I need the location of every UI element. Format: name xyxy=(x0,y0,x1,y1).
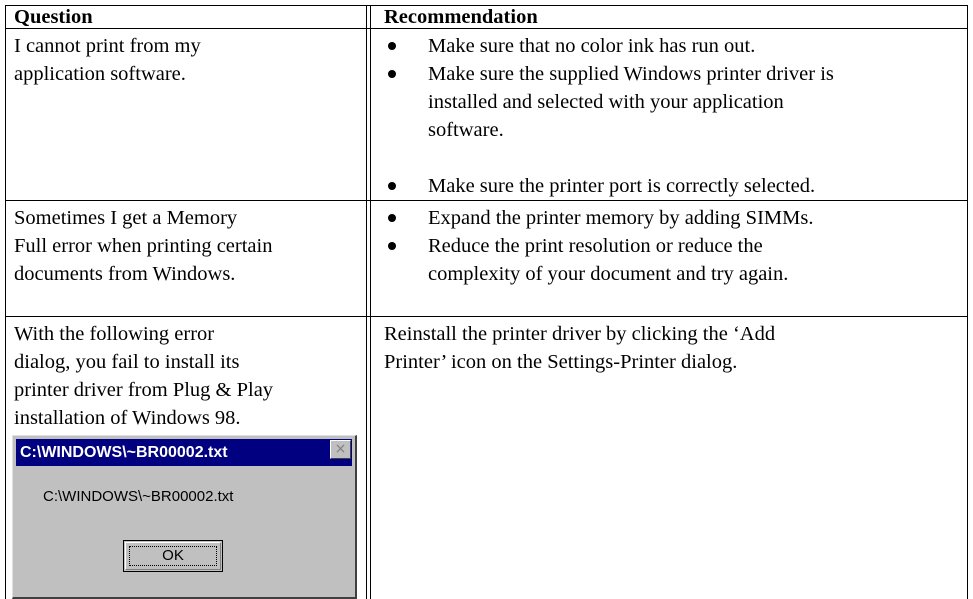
question-line: Sometimes I get a Memory xyxy=(14,207,238,229)
question-line: installation of Windows 98. xyxy=(14,407,241,429)
question-line: printer driver from Plug & Play xyxy=(14,379,274,401)
question-line: dialog, you fail to install its xyxy=(14,351,240,373)
row1-question: I cannot print from my application softw… xyxy=(14,32,201,88)
error-dialog: C:\WINDOWS\~BR00002.txt × C:\WINDOWS\~BR… xyxy=(12,435,357,599)
column-divider-b xyxy=(370,5,371,599)
recommendation-line: Make sure that no color ink has run out. xyxy=(428,35,756,57)
recommendation-line: complexity of your document and try agai… xyxy=(428,263,789,285)
bullet-icon xyxy=(388,70,396,78)
bullet-icon xyxy=(388,42,396,50)
table-left-border xyxy=(5,5,6,599)
dialog-title-bar: C:\WINDOWS\~BR00002.txt xyxy=(16,439,352,466)
recommendation-line: Make sure the printer port is correctly … xyxy=(428,175,816,197)
question-line: I cannot print from my xyxy=(14,35,201,57)
dialog-title: C:\WINDOWS\~BR00002.txt xyxy=(20,444,228,461)
recommendation-line: Expand the printer memory by adding SIMM… xyxy=(428,207,814,229)
recommendation-line: Printer’ icon on the Settings-Printer di… xyxy=(384,351,738,373)
recommendation-line: Reduce the print resolution or reduce th… xyxy=(428,235,763,257)
question-header: Question xyxy=(14,6,93,28)
question-line: With the following error xyxy=(14,323,215,345)
recommendation-line: Reinstall the printer driver by clicking… xyxy=(384,323,776,345)
bullet-icon xyxy=(388,242,396,250)
question-line: Full error when printing certain xyxy=(14,235,273,257)
dialog-message: C:\WINDOWS\~BR00002.txt xyxy=(43,488,234,505)
bullet-icon xyxy=(388,182,396,190)
ok-button-label: OK xyxy=(162,547,184,564)
recommendation-header: Recommendation xyxy=(384,6,538,28)
recommendation-line: software. xyxy=(428,119,504,141)
recommendation-line: Make sure the supplied Windows printer d… xyxy=(428,63,834,85)
row1-bottom-border xyxy=(5,200,968,201)
close-icon[interactable]: × xyxy=(330,440,351,459)
recommendation-line: installed and selected with your applica… xyxy=(428,91,784,113)
row3-question: With the following error dialog, you fai… xyxy=(14,320,273,432)
bullet-icon xyxy=(388,214,396,222)
ok-button[interactable]: OK xyxy=(123,540,223,572)
question-line: documents from Windows. xyxy=(14,263,236,285)
row2-question: Sometimes I get a Memory Full error when… xyxy=(14,204,272,288)
row3-recommendation: Reinstall the printer driver by clicking… xyxy=(384,320,775,376)
table-right-border xyxy=(967,5,968,599)
row2-bottom-border xyxy=(5,316,968,317)
question-line: application software. xyxy=(14,63,186,85)
column-divider-a xyxy=(366,5,367,599)
